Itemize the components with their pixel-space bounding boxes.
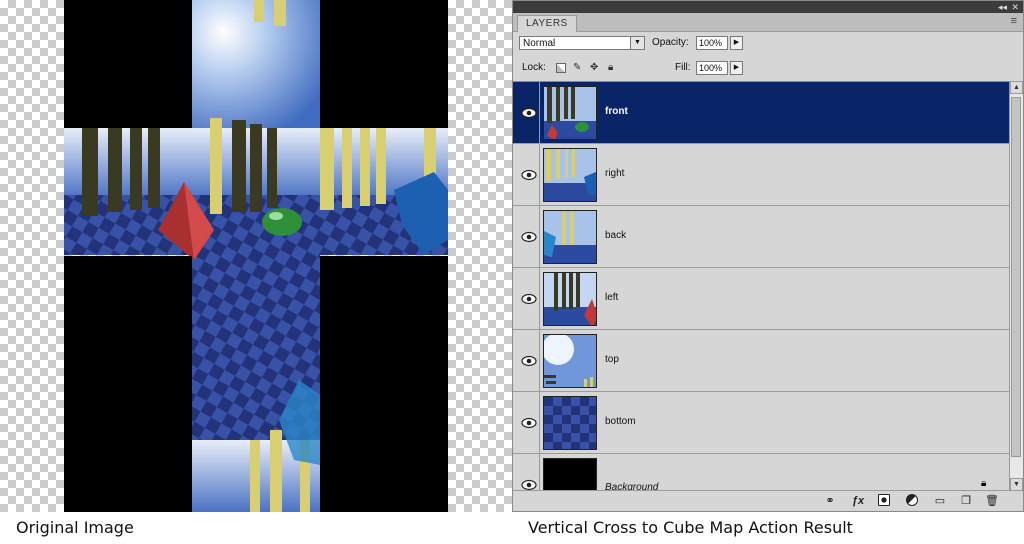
opacity-slider-arrow[interactable]: ▶	[730, 36, 743, 50]
link-icon[interactable]: ⚭	[823, 494, 837, 508]
lock-icon: 🔒︎	[981, 478, 987, 489]
eye-icon[interactable]	[517, 412, 541, 434]
layer-divider	[539, 454, 540, 492]
layer-name: bottom	[605, 416, 636, 427]
layer-name: top	[605, 354, 619, 365]
empty-region-top-left	[64, 0, 192, 128]
layer-name: back	[605, 230, 627, 241]
close-icon[interactable]: ✕	[1011, 1, 1019, 13]
result-caption: Vertical Cross to Cube Map Action Result	[528, 518, 853, 537]
layer-row-right[interactable]: right	[513, 144, 1009, 206]
layer-divider	[539, 82, 540, 143]
trash-icon[interactable]: 🗑︎	[985, 494, 999, 508]
tab-layers[interactable]: LAYERS	[517, 15, 577, 32]
empty-region-top-right	[320, 0, 448, 128]
layer-row-top[interactable]: top	[513, 330, 1009, 392]
blend-mode-select[interactable]: Normal ▼	[519, 36, 645, 50]
vertical-cross-image	[64, 0, 448, 512]
layer-row-back[interactable]: back	[513, 206, 1009, 268]
panel-tab-row: LAYERS ≡	[513, 13, 1023, 32]
chevron-down-icon: ▼	[630, 37, 644, 49]
layer-thumbnail	[543, 272, 597, 326]
scroll-up-icon[interactable]: ▲	[1010, 81, 1023, 94]
layer-name: left	[605, 292, 619, 303]
layer-thumbnail	[543, 334, 597, 388]
lock-all-icon[interactable]: 🔒︎	[608, 63, 618, 73]
layer-name: front	[605, 106, 628, 117]
eye-icon[interactable]	[517, 226, 541, 248]
layers-scrollbar[interactable]: ▲ ▼	[1009, 81, 1023, 491]
layer-thumbnail	[543, 458, 597, 492]
layer-divider	[539, 392, 540, 453]
lock-transparency-icon[interactable]	[556, 63, 566, 73]
panel-titlebar: ◂◂ ✕	[513, 1, 1023, 13]
blend-mode-value: Normal	[523, 38, 556, 49]
eye-icon[interactable]	[517, 164, 541, 186]
layer-row-bottom[interactable]: bottom	[513, 392, 1009, 454]
layer-mask-icon[interactable]	[877, 494, 891, 508]
layers-list: front right back left top bottom Backgro…	[513, 81, 1009, 492]
eye-icon[interactable]	[517, 288, 541, 310]
fx-icon[interactable]: ƒx	[851, 494, 865, 508]
layer-name: right	[605, 168, 625, 179]
layer-thumbnail	[543, 148, 597, 202]
fill-input[interactable]: 100%	[696, 61, 728, 75]
layer-divider	[539, 268, 540, 329]
fill-label: Fill:	[675, 62, 691, 73]
empty-region-bottom-right	[320, 256, 448, 512]
layers-panel: ◂◂ ✕ LAYERS ≡ Normal ▼ Opacity: 100% ▶ L…	[512, 0, 1024, 512]
new-layer-icon[interactable]: ❐	[959, 494, 973, 508]
original-image-area	[0, 0, 512, 512]
opacity-label: Opacity:	[652, 37, 689, 48]
empty-region-bottom-left	[64, 256, 192, 512]
eye-icon[interactable]	[517, 102, 541, 124]
new-group-icon[interactable]: ▭	[933, 494, 947, 508]
lock-image-icon[interactable]: ✎	[573, 63, 583, 73]
opacity-input[interactable]: 100%	[696, 36, 728, 50]
lock-position-icon[interactable]: ✥	[590, 63, 600, 73]
blend-options-row: Normal ▼ Opacity: 100% ▶	[513, 32, 1023, 56]
layer-thumbnail	[543, 210, 597, 264]
collapse-icon[interactable]: ◂◂	[998, 1, 1007, 13]
scrollbar-thumb[interactable]	[1011, 97, 1021, 457]
layer-divider	[539, 330, 540, 391]
lock-label: Lock:	[522, 62, 546, 73]
adjustment-layer-icon[interactable]	[905, 494, 919, 508]
original-image-caption: Original Image	[16, 518, 134, 537]
eye-icon[interactable]	[517, 350, 541, 372]
layer-row-left[interactable]: left	[513, 268, 1009, 330]
layer-divider	[539, 206, 540, 267]
panel-menu-icon[interactable]: ≡	[1011, 15, 1017, 27]
layer-row-front[interactable]: front	[513, 82, 1009, 144]
layers-bottom-toolbar: ⚭ ƒx ▭ ❐ 🗑︎	[513, 490, 1023, 511]
layer-thumbnail	[543, 396, 597, 450]
lock-options-row: Lock: ✎ ✥ 🔒︎ Fill: 100% ▶	[513, 57, 1023, 81]
layer-row-background[interactable]: Background 🔒︎	[513, 454, 1009, 492]
layer-thumbnail	[543, 86, 597, 140]
fill-slider-arrow[interactable]: ▶	[730, 61, 743, 75]
layer-divider	[539, 144, 540, 205]
